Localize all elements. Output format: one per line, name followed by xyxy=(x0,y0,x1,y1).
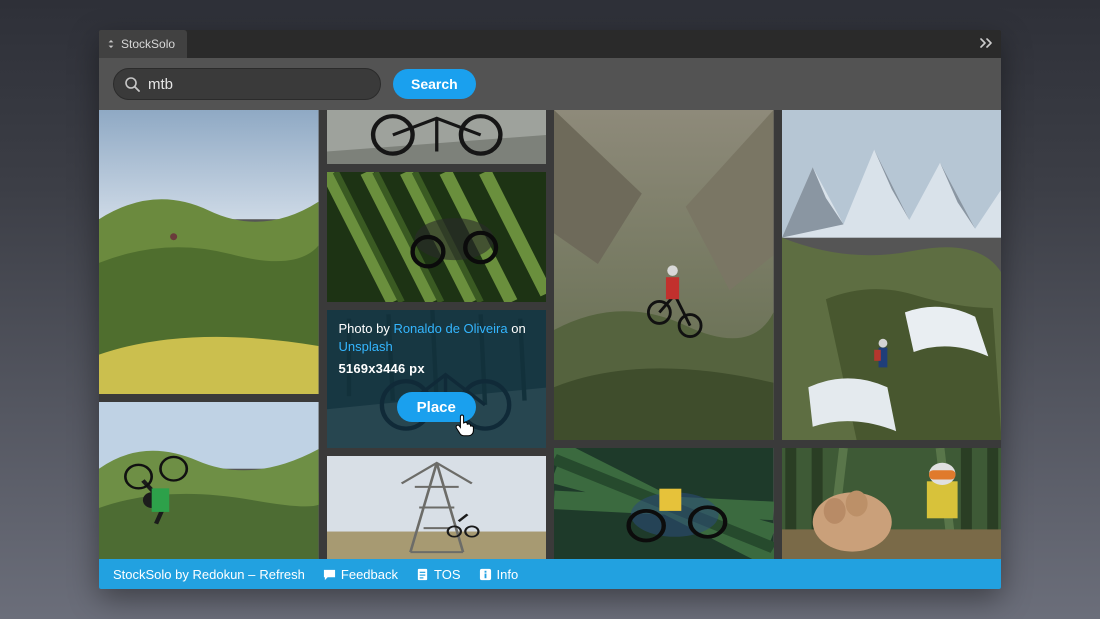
search-button[interactable]: Search xyxy=(393,69,476,99)
results-column xyxy=(554,110,774,559)
document-icon xyxy=(416,568,429,581)
result-detail-overlay: Photo by Ronaldo de Oliveira on Unsplash… xyxy=(327,310,547,448)
result-thumb[interactable] xyxy=(782,448,1002,559)
result-thumb[interactable] xyxy=(554,448,774,559)
chat-icon xyxy=(323,568,336,581)
credit-on: on xyxy=(508,321,526,336)
result-credit: Photo by Ronaldo de Oliveira on Unsplash xyxy=(339,320,535,355)
info-icon xyxy=(479,568,492,581)
tabbar-spacer xyxy=(187,30,973,58)
footer-info-link[interactable]: Info xyxy=(479,567,519,582)
place-row: Place xyxy=(339,376,535,438)
result-thumb[interactable] xyxy=(327,456,547,559)
results-column xyxy=(782,110,1002,559)
cursor-hand-icon xyxy=(454,413,476,437)
result-thumb[interactable] xyxy=(782,110,1002,440)
footer-info-label: Info xyxy=(497,567,519,582)
panel-footer: StockSolo by Redokun – Refresh Feedback … xyxy=(99,559,1001,589)
result-dimensions: 5169x3446 px xyxy=(339,361,535,376)
panel-tab-label: StockSolo xyxy=(121,37,175,51)
credit-author-link[interactable]: Ronaldo de Oliveira xyxy=(393,321,507,336)
search-bar: Search xyxy=(99,58,1001,110)
footer-brand: StockSolo by Redokun – Refresh xyxy=(113,567,305,582)
result-thumb[interactable] xyxy=(327,172,547,302)
results-column xyxy=(99,110,319,559)
footer-feedback-label: Feedback xyxy=(341,567,398,582)
footer-refresh-link[interactable]: Refresh xyxy=(259,567,305,582)
footer-brand-text: StockSolo by Redokun – xyxy=(113,567,255,582)
result-thumb[interactable] xyxy=(99,402,319,559)
search-input[interactable] xyxy=(148,76,366,93)
results-gallery: Photo by Ronaldo de Oliveira on Unsplash… xyxy=(99,110,1001,559)
tabbar-overflow-button[interactable] xyxy=(973,30,1001,58)
result-thumb[interactable] xyxy=(99,110,319,394)
results-columns: Photo by Ronaldo de Oliveira on Unsplash… xyxy=(99,110,1001,559)
panel-tab-stocksolo[interactable]: StockSolo xyxy=(99,30,187,58)
panel-tabbar: StockSolo xyxy=(99,30,1001,58)
credit-prefix: Photo by xyxy=(339,321,394,336)
result-thumb[interactable] xyxy=(554,110,774,440)
updown-icon xyxy=(107,40,115,48)
search-icon xyxy=(124,76,140,92)
result-thumb-active[interactable]: Photo by Ronaldo de Oliveira on Unsplash… xyxy=(327,310,547,448)
results-column: Photo by Ronaldo de Oliveira on Unsplash… xyxy=(327,110,547,559)
credit-source-link[interactable]: Unsplash xyxy=(339,339,393,354)
stocksolo-panel: StockSolo Search xyxy=(99,30,1001,589)
footer-tos-link[interactable]: TOS xyxy=(416,567,461,582)
footer-tos-label: TOS xyxy=(434,567,461,582)
footer-feedback-link[interactable]: Feedback xyxy=(323,567,398,582)
chevrons-right-icon xyxy=(980,35,994,53)
search-field-wrap xyxy=(113,68,381,100)
result-thumb[interactable] xyxy=(327,110,547,164)
